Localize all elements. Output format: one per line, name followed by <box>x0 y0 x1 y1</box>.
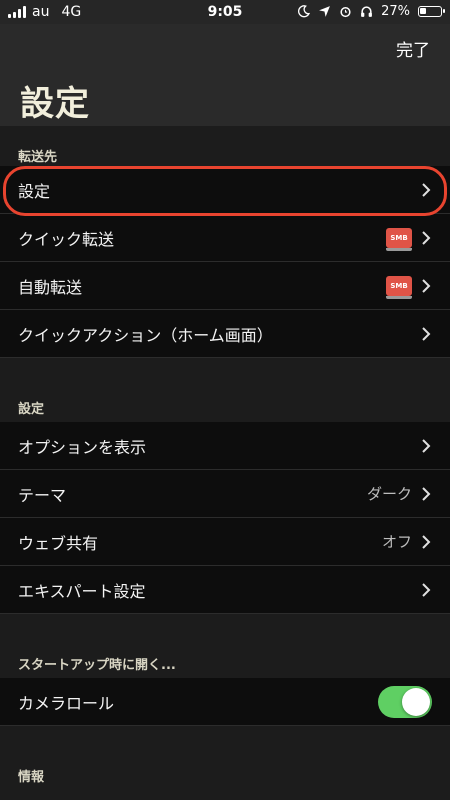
chevron-right-icon <box>422 326 431 341</box>
row-quick-transfer[interactable]: クイック転送 SMB <box>0 214 450 262</box>
row-label: 自動転送 <box>18 277 83 297</box>
camera-roll-toggle[interactable] <box>378 685 432 718</box>
chevron-right-icon <box>422 486 431 501</box>
row-label: オプションを表示 <box>18 437 147 457</box>
chevron-right-icon <box>422 278 431 293</box>
chevron-right-icon <box>422 438 431 453</box>
status-bar: au 4G 9:05 27% <box>0 0 450 24</box>
status-right: 27% <box>297 4 445 19</box>
navigation-bar: 完了 設定 <box>0 24 450 124</box>
row-label: カメラロール <box>18 693 115 713</box>
row-label: 設定 <box>18 181 51 201</box>
row-label: クイック転送 <box>18 229 115 249</box>
moon-icon <box>298 5 311 18</box>
theme-value: ダーク <box>366 485 412 503</box>
row-web-sharing[interactable]: ウェブ共有 オフ <box>0 518 450 566</box>
settings-list[interactable]: 転送先 設定 クイック転送 SMB 自動転送 SMB クイックアクション（ホーム… <box>0 126 450 800</box>
section-header-transfer: 転送先 <box>0 126 450 166</box>
chevron-right-icon <box>422 182 431 197</box>
row-camera-roll[interactable]: カメラロール <box>0 678 450 726</box>
row-show-options[interactable]: オプションを表示 <box>0 422 450 470</box>
row-quick-action[interactable]: クイックアクション（ホーム画面） <box>0 310 450 358</box>
chevron-right-icon <box>422 582 431 597</box>
toggle-knob <box>402 687 430 716</box>
done-button[interactable]: 完了 <box>396 36 430 61</box>
row-theme[interactable]: テーマ ダーク <box>0 470 450 518</box>
headphones-icon <box>361 6 373 17</box>
chevron-right-icon <box>422 534 431 549</box>
section-header-info: 情報 <box>0 726 450 790</box>
web-sharing-value: オフ <box>381 533 412 551</box>
row-label: クイックアクション（ホーム画面） <box>18 325 273 345</box>
row-label: テーマ <box>18 485 67 505</box>
row-expert-settings[interactable]: エキスパート設定 <box>0 566 450 614</box>
row-label: エキスパート設定 <box>18 581 146 601</box>
section-header-settings: 設定 <box>0 358 450 422</box>
smb-drive-icon: SMB <box>386 227 412 251</box>
location-icon <box>319 6 331 17</box>
chevron-right-icon <box>422 230 431 245</box>
page-title: 設定 <box>20 84 90 124</box>
smb-drive-icon: SMB <box>386 275 412 299</box>
row-destination-settings[interactable]: 設定 <box>0 166 450 214</box>
row-auto-transfer[interactable]: 自動転送 SMB <box>0 262 450 310</box>
battery-percent: 27% <box>381 4 410 19</box>
alarm-icon <box>340 6 351 18</box>
section-header-startup: スタートアップ時に開く... <box>0 614 450 678</box>
row-label: ウェブ共有 <box>18 533 99 553</box>
battery-icon <box>418 6 445 17</box>
